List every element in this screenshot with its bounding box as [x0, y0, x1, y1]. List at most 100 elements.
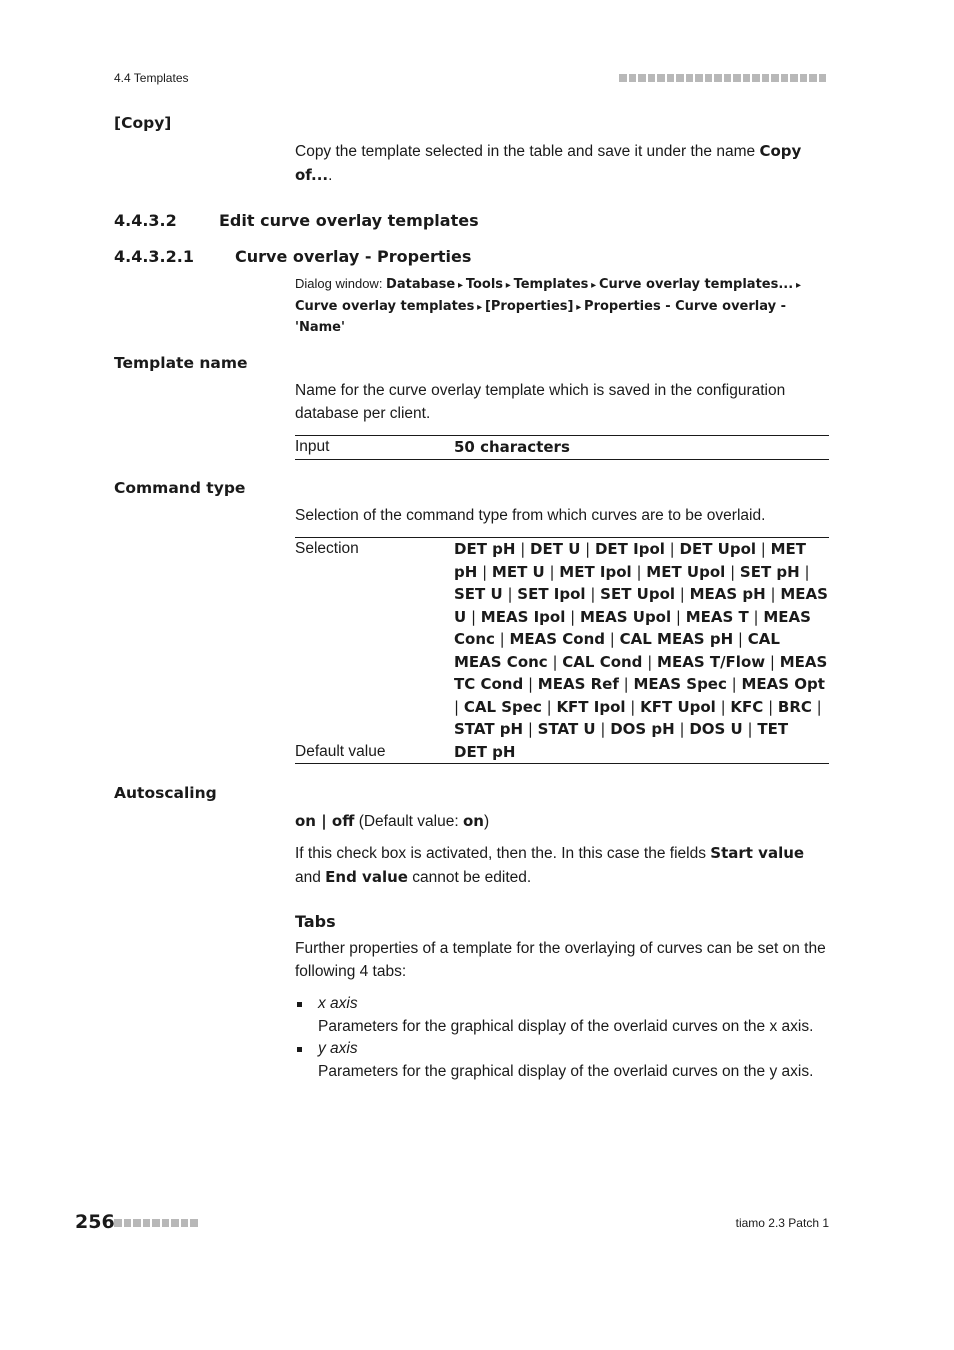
selection-options: DET pH | DET U | DET Ipol | DET Upol | M…	[454, 538, 829, 741]
option-separator: |	[605, 630, 620, 648]
option-separator: |	[523, 675, 538, 693]
option-separator: |	[675, 585, 690, 603]
dot	[152, 1219, 160, 1227]
table-row: Input 50 characters	[295, 436, 829, 459]
dot	[161, 1219, 169, 1227]
command-type-option: KFC	[730, 697, 764, 716]
option-separator: |	[544, 562, 560, 581]
option-separator: |	[715, 697, 731, 716]
command-type-option: SET pH	[739, 562, 800, 581]
dialog-window-path: Dialog window: Database ▸ Tools ▸ Templa…	[295, 274, 829, 338]
desc-text: If this check box is activated, then the…	[295, 845, 711, 862]
command-type-option: MEAS Cond	[509, 630, 606, 648]
header-decorative-dots	[619, 74, 826, 82]
option-separator: |	[756, 540, 771, 558]
dot	[695, 74, 703, 82]
default-suffix: )	[483, 813, 490, 830]
dot	[114, 1219, 122, 1227]
tab-description: Parameters for the graphical display of …	[318, 1062, 814, 1080]
table-row: Selection DET pH | DET U | DET Ipol | DE…	[295, 538, 829, 741]
copy-period: .	[328, 166, 333, 184]
option-separator: |	[733, 630, 748, 648]
option-separator: |	[799, 562, 810, 581]
autoscaling-options: on | off (Default value: on)	[295, 812, 490, 830]
section-title: Edit curve overlay templates	[219, 211, 479, 230]
tabs-heading: Tabs	[295, 912, 336, 931]
option-separator: |	[642, 652, 658, 671]
dot	[818, 74, 826, 82]
page-number: 256	[75, 1211, 115, 1233]
option-separator: |	[765, 652, 780, 671]
default-value-key: Default value	[295, 742, 386, 760]
dot	[657, 74, 665, 82]
command-type-option: CAL Cond	[562, 652, 643, 671]
dot	[666, 74, 674, 82]
option-separator: |	[580, 540, 595, 558]
dot	[771, 74, 779, 82]
list-item: y axis Parameters for the graphical displ…	[295, 1038, 829, 1083]
product-name: tiamo 2.3 Patch 1	[735, 1216, 829, 1230]
subsection-title: Curve overlay - Properties	[235, 247, 472, 266]
dot	[171, 1219, 179, 1227]
dot	[733, 74, 741, 82]
command-type-table: Selection DET pH | DET U | DET Ipol | DE…	[295, 537, 829, 764]
dot	[809, 74, 817, 82]
dot	[685, 74, 693, 82]
end-value-field: End value	[325, 867, 408, 886]
copy-label: [Copy]	[114, 114, 172, 132]
dot	[714, 74, 722, 82]
autoscaling-description: If this check box is activated, then the…	[295, 842, 829, 889]
running-header-section: 4.4 Templates	[114, 71, 189, 85]
option-separator: |	[742, 720, 758, 738]
command-type-description: Selection of the command type from which…	[295, 507, 766, 524]
command-type-option: MEAS Ipol	[480, 607, 566, 626]
dot	[628, 74, 636, 82]
option-separator: |	[664, 540, 680, 558]
option-on: on	[295, 812, 316, 830]
option-off: off	[331, 812, 355, 830]
option-separator: |	[631, 562, 647, 581]
command-type-option: MET Upol	[646, 562, 726, 581]
command-type-option: DOS U	[689, 720, 743, 738]
command-type-option: DET Ipol	[594, 540, 665, 558]
dot	[133, 1219, 141, 1227]
dot	[780, 74, 788, 82]
option-separator: |	[523, 720, 538, 738]
option-separator: |	[748, 607, 764, 626]
default-prefix: (Default value:	[354, 813, 463, 830]
dot	[704, 74, 712, 82]
command-type-option: SET Ipol	[517, 585, 586, 603]
option-separator: |	[725, 562, 740, 581]
tabs-list: x axis Parameters for the graphical displ…	[295, 993, 829, 1083]
dot	[638, 74, 646, 82]
command-type-option: STAT pH	[454, 720, 524, 738]
option-separator: |	[763, 697, 778, 716]
option-separator: |	[477, 562, 492, 581]
dialog-path-item: Database	[386, 277, 456, 292]
option-separator: |	[454, 697, 464, 716]
option-separator: |	[585, 585, 601, 603]
dot	[790, 74, 798, 82]
section-number: 4.4.3.2	[114, 211, 177, 230]
desc-text: cannot be edited.	[407, 868, 532, 886]
option-separator: |	[466, 607, 481, 626]
start-value-field: Start value	[710, 844, 805, 862]
dot	[676, 74, 684, 82]
dot	[142, 1219, 150, 1227]
tab-description: Parameters for the graphical display of …	[318, 1017, 814, 1035]
option-separator: |	[565, 607, 580, 626]
command-type-label: Command type	[114, 479, 246, 497]
command-type-option: DET Upol	[679, 540, 757, 558]
command-type-option: CAL Spec	[463, 697, 542, 716]
dialog-path-item: Curve overlay templates	[295, 298, 475, 314]
option-separator: |	[811, 697, 822, 716]
command-type-option: MEAS Spec	[633, 675, 727, 693]
template-name-description: Name for the curve overlay template whic…	[295, 382, 786, 422]
option-separator: |	[502, 585, 518, 603]
dot	[761, 74, 769, 82]
dot	[180, 1219, 188, 1227]
dot	[190, 1219, 198, 1227]
command-type-option: MEAS Upol	[579, 607, 672, 626]
option-separator: |	[618, 675, 634, 693]
dialog-path-prefix: Dialog window:	[295, 276, 387, 291]
